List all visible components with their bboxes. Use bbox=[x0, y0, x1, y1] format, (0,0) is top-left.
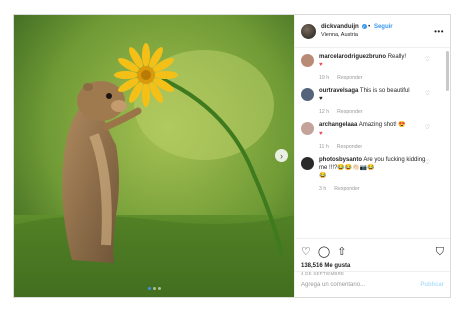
reply-button[interactable]: Responder bbox=[337, 75, 362, 81]
carousel-dot bbox=[157, 287, 161, 290]
comment-time: 12 h bbox=[319, 109, 330, 116]
comment-time: 11 h bbox=[319, 143, 329, 150]
publish-comment-button[interactable]: Publicar bbox=[420, 282, 444, 288]
share-icon[interactable]: ⇧ bbox=[337, 246, 346, 258]
comment-heart-emoji: ♥ bbox=[319, 130, 323, 137]
instagram-post: › dickvanduijn ✓ • Seguir Vienna, Austri… bbox=[13, 14, 451, 298]
comment-emoji-line: 😂 bbox=[319, 172, 327, 179]
add-comment-bar: Publicar bbox=[295, 271, 450, 297]
comment-username[interactable]: ourtravelsaga bbox=[319, 88, 358, 94]
like-comment-heart-icon[interactable]: ♡ bbox=[425, 124, 430, 131]
heart-outline-icon[interactable]: ♡ bbox=[301, 246, 311, 258]
bookmark-icon[interactable]: ⛉ bbox=[436, 246, 444, 258]
like-comment-heart-icon[interactable]: ♡ bbox=[425, 159, 430, 166]
like-comment-heart-icon[interactable]: ♡ bbox=[425, 90, 430, 97]
comment-text: Amazing shot! 😍 bbox=[358, 122, 406, 129]
comment-time: 19 h bbox=[319, 75, 330, 82]
author-avatar[interactable] bbox=[301, 23, 316, 39]
commenter-avatar[interactable] bbox=[301, 156, 314, 170]
comment-item: marcelarodriguezbruno Really! ♥ 19 h Resp… bbox=[301, 53, 444, 82]
comment-item: archangelaaa Amazing shot! 😍 ♥ 11 h Respo… bbox=[301, 121, 444, 150]
carousel-dots bbox=[14, 287, 294, 290]
comment-username[interactable]: archangelaaa bbox=[319, 122, 357, 128]
chevron-right-icon: › bbox=[280, 150, 283, 161]
commenter-avatar[interactable] bbox=[301, 122, 314, 136]
comments-list: marcelarodriguezbruno Really! ♥ 19 h Resp… bbox=[295, 48, 450, 238]
comment-text: Really! bbox=[387, 54, 407, 60]
comment-time: 3 h bbox=[319, 185, 327, 192]
likes-count[interactable]: 138,516 Me gusta bbox=[301, 263, 444, 269]
carousel-dot bbox=[147, 287, 151, 290]
post-image[interactable]: › bbox=[14, 15, 294, 297]
carousel-dot bbox=[152, 287, 156, 290]
post-header: dickvanduijn ✓ • Seguir Vienna, Austria … bbox=[295, 15, 450, 48]
location-link[interactable]: Vienna, Austria bbox=[321, 32, 434, 39]
reply-button[interactable]: Responder bbox=[337, 109, 362, 115]
carousel-next-button[interactable]: › bbox=[275, 149, 288, 162]
reply-button[interactable]: Responder bbox=[334, 186, 359, 192]
comment-username[interactable]: photosbysanto bbox=[319, 157, 362, 163]
follow-button[interactable]: Seguir bbox=[374, 24, 393, 30]
comment-heart-emoji: ♥ bbox=[319, 62, 323, 69]
author-username[interactable]: dickvanduijn bbox=[321, 23, 359, 30]
commenter-avatar[interactable] bbox=[301, 54, 314, 67]
author-info: dickvanduijn ✓ • Seguir Vienna, Austria bbox=[321, 23, 434, 38]
comment-item: photosbysanto Are you fucking kidding me… bbox=[301, 156, 444, 193]
post-sidebar: dickvanduijn ✓ • Seguir Vienna, Austria … bbox=[294, 15, 450, 297]
comment-text: This is so beautiful bbox=[359, 88, 410, 95]
comment-heart-emoji: ♥ bbox=[319, 96, 323, 103]
comments-scrollbar[interactable] bbox=[446, 51, 449, 91]
commenter-avatar[interactable] bbox=[301, 88, 314, 102]
more-options-button[interactable]: ••• bbox=[434, 27, 444, 36]
like-comment-heart-icon[interactable]: ♡ bbox=[425, 56, 430, 63]
comment-username[interactable]: marcelarodriguezbruno bbox=[319, 54, 386, 60]
comment-icon[interactable]: ◯ bbox=[318, 246, 330, 258]
reply-button[interactable]: Responder bbox=[337, 144, 362, 150]
squirrel-flower-photo bbox=[14, 15, 294, 297]
separator: • bbox=[368, 24, 371, 31]
verified-badge-icon: ✓ bbox=[361, 24, 367, 30]
comment-input[interactable] bbox=[301, 281, 421, 288]
comment-item: ourtravelsaga This is so beautiful ♥ 12 … bbox=[301, 87, 444, 116]
